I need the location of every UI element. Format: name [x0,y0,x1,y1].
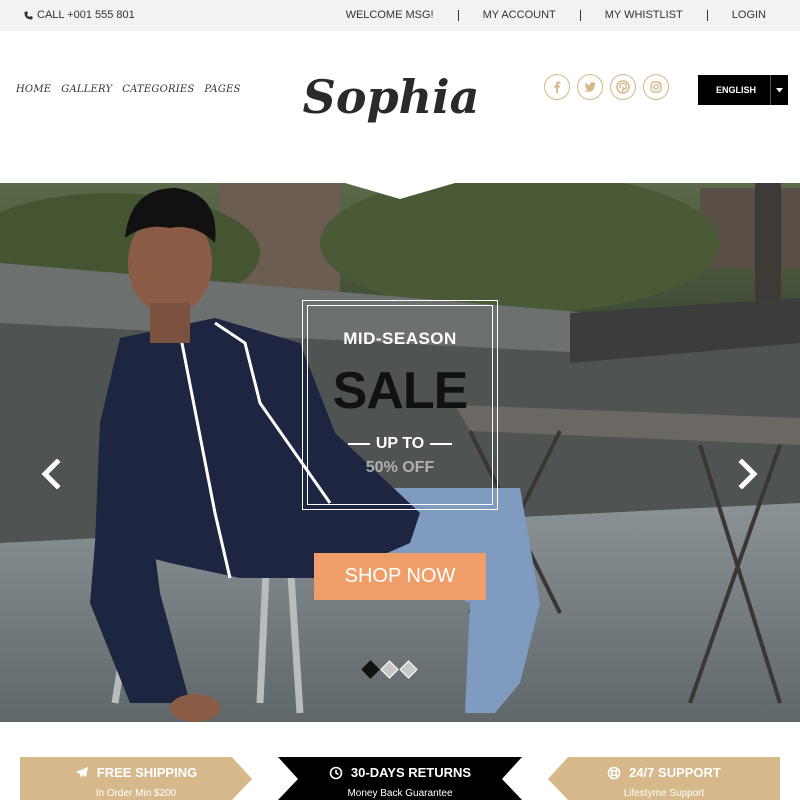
feature-title-row: 24/7 SUPPORT [548,765,780,780]
nav-item-gallery[interactable]: GALLERY [61,84,112,95]
pinterest-icon[interactable] [610,74,636,100]
divider [457,9,459,21]
slider-dot-2[interactable] [380,660,399,679]
sale-banner: MID-SEASON SALE UP TO 50% OFF [302,300,498,510]
feature-title: FREE SHIPPING [96,765,198,780]
prev-arrow-icon[interactable] [40,459,64,489]
nav-item-pages[interactable]: PAGES [204,84,240,95]
language-label: ENGLISH [715,85,756,95]
wishlist-link[interactable]: MY WHISTLIST [605,9,683,21]
feature-returns: 30-DAYS RETURNS Money Back Guarantee [278,757,522,800]
feature-free-shipping: FREE SHIPPING In Order Min $200 [20,757,252,800]
top-bar: CALL +001 555 801 WELCOME MSG! MY ACCOUN… [0,0,800,31]
banner-line-up-to: UP TO [303,435,497,453]
caret-down-icon [770,75,788,105]
feature-title-row: FREE SHIPPING [20,765,252,780]
feature-support: 24/7 SUPPORT Lifestyme Support [548,757,780,800]
slider-dot-1[interactable] [361,660,380,679]
next-arrow-icon[interactable] [735,459,759,489]
logo-text: Sophia [303,70,480,124]
shop-now-button[interactable]: SHOP NOW [314,553,486,600]
feature-title: 30-DAYS RETURNS [350,765,472,780]
site-header: HOME GALLERY CATEGORIES PAGES Sophia ENG… [0,31,800,183]
hero-slider: MID-SEASON SALE UP TO 50% OFF SHOP NOW [0,183,800,722]
welcome-link[interactable]: WELCOME MSG! [346,9,434,21]
header-notch [345,183,455,199]
divider [579,9,581,21]
slider-dot-3[interactable] [399,660,418,679]
nav-item-categories[interactable]: CATEGORIES [122,84,194,95]
top-links: WELCOME MSG! MY ACCOUNT MY WHISTLIST LOG… [346,9,766,21]
call-info: CALL +001 555 801 [24,9,135,21]
my-account-link[interactable]: MY ACCOUNT [483,9,556,21]
twitter-icon[interactable] [577,74,603,100]
clock-icon [329,766,343,779]
divider [706,9,708,21]
lifebuoy-icon [607,766,621,779]
facebook-icon[interactable] [544,74,570,100]
banner-line-mid-season: MID-SEASON [343,329,457,348]
login-link[interactable]: LOGIN [732,9,766,21]
feature-subtitle: Lifestyme Support [623,788,705,799]
language-select[interactable]: ENGLISH [698,75,788,105]
slider-dots [361,660,418,679]
feature-title-row: 30-DAYS RETURNS [278,765,522,780]
plane-icon [75,766,88,778]
feature-subtitle: In Order Min $200 [95,788,177,799]
feature-subtitle: Money Back Guarantee [347,788,453,799]
main-nav: HOME GALLERY CATEGORIES PAGES [16,84,241,95]
instagram-icon[interactable] [643,74,669,100]
banner-line-discount: 50% OFF [365,459,435,476]
phone-icon [24,10,33,20]
feature-title: 24/7 SUPPORT [629,765,721,780]
banner-line-sale: SALE [332,362,469,420]
features-strip: FREE SHIPPING In Order Min $200 30-DAYS … [0,722,800,800]
social-links [544,74,669,100]
nav-item-home[interactable]: HOME [16,84,51,95]
call-text: CALL +001 555 801 [37,9,135,21]
site-logo[interactable]: Sophia [296,57,486,129]
